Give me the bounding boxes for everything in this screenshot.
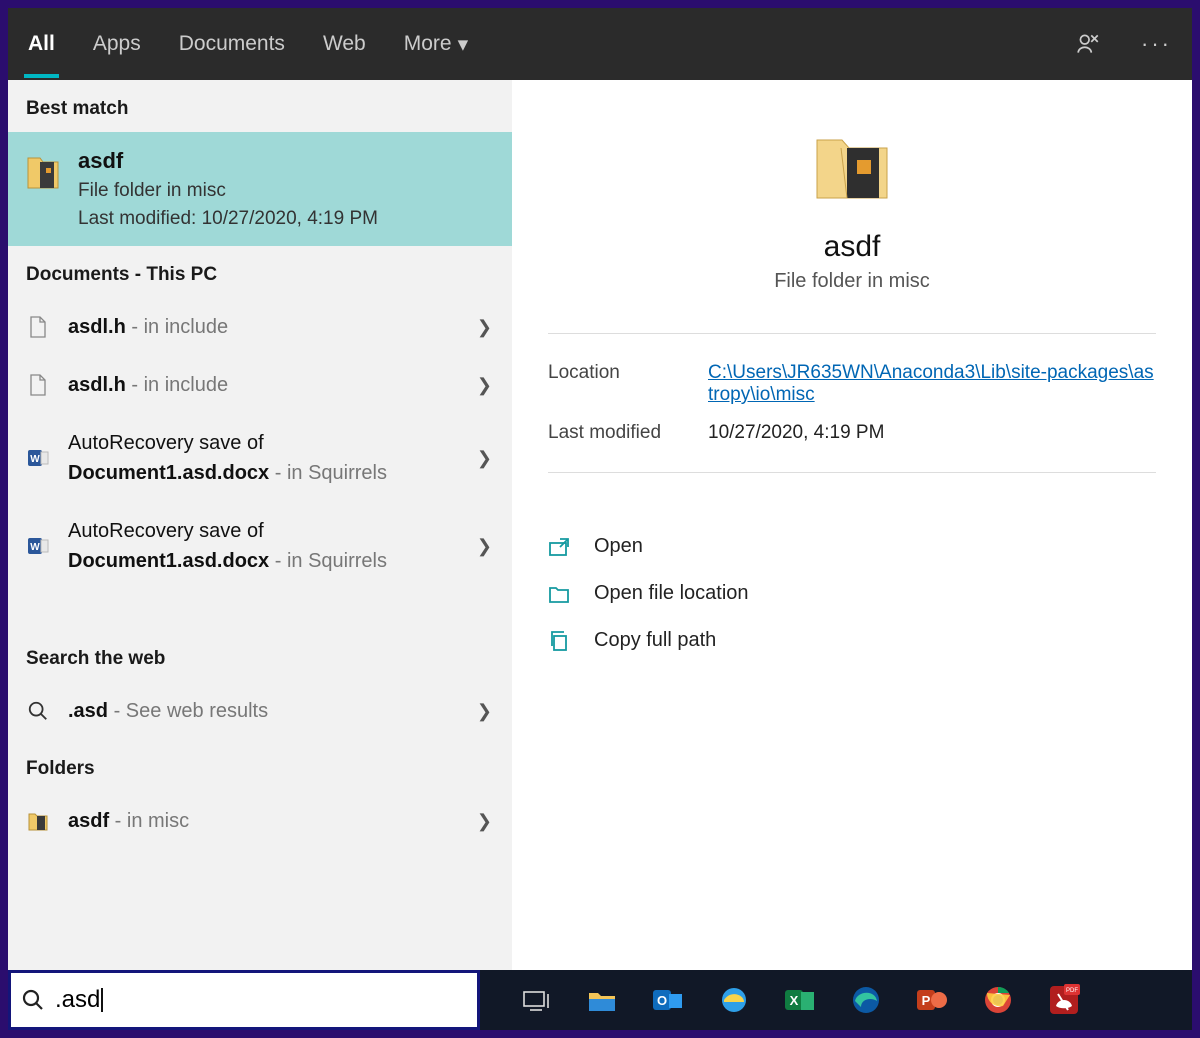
search-filters-tabbar: All Apps Documents Web More ▾ ··· [8, 8, 1192, 80]
chevron-right-icon: ❯ [477, 317, 492, 338]
copy-icon [548, 630, 572, 652]
svg-text:W: W [30, 454, 40, 465]
feedback-icon[interactable] [1075, 31, 1101, 57]
best-match-title: asdf [78, 148, 378, 174]
action-open-location[interactable]: Open file location [548, 570, 1156, 617]
result-item-word[interactable]: W AutoRecovery save ofDocument1.asd.docx… [8, 414, 512, 502]
tab-documents[interactable]: Documents [179, 32, 285, 56]
action-copy-path-label: Copy full path [594, 629, 716, 652]
folder-icon [26, 152, 60, 192]
pdf-app-icon[interactable]: PDF [1048, 984, 1080, 1016]
section-best-match: Best match [8, 80, 512, 132]
powerpoint-icon[interactable]: P [916, 984, 948, 1016]
more-options-icon[interactable]: ··· [1141, 31, 1172, 57]
svg-text:X: X [790, 993, 799, 1008]
preview-folder-icon [512, 120, 1192, 210]
action-open-location-label: Open file location [594, 582, 749, 605]
open-icon [548, 537, 572, 557]
section-documents: Documents - This PC [8, 246, 512, 298]
tab-all[interactable]: All [28, 32, 55, 56]
meta-modified: Last modified 10/27/2020, 4:19 PM [512, 414, 1192, 452]
tab-more[interactable]: More ▾ [404, 32, 468, 57]
preview-panel: asdf File folder in misc Location C:\Use… [512, 80, 1192, 970]
chevron-right-icon: ❯ [477, 448, 492, 469]
chrome-icon[interactable] [982, 984, 1014, 1016]
word-doc-icon: W [26, 535, 50, 557]
action-open-label: Open [594, 535, 643, 558]
result-item-file[interactable]: asdl.h - in include ❯ [8, 356, 512, 414]
folder-open-icon [548, 584, 572, 604]
search-icon [26, 700, 50, 722]
tab-apps[interactable]: Apps [93, 32, 141, 56]
best-match-subtitle: File folder in misc [78, 180, 378, 202]
best-match-item[interactable]: asdf File folder in misc Last modified: … [8, 132, 512, 246]
action-copy-path[interactable]: Copy full path [548, 617, 1156, 664]
results-panel: Best match asdf File folder in misc Last… [8, 80, 512, 970]
meta-location: Location C:\Users\JR635WN\Anaconda3\Lib\… [512, 354, 1192, 414]
word-doc-icon: W [26, 447, 50, 469]
chevron-right-icon: ❯ [477, 375, 492, 396]
preview-title: asdf [512, 230, 1192, 264]
location-link[interactable]: C:\Users\JR635WN\Anaconda3\Lib\site-pack… [708, 362, 1154, 405]
svg-text:O: O [657, 993, 667, 1008]
chevron-right-icon: ❯ [477, 701, 492, 722]
preview-subtitle: File folder in misc [512, 270, 1192, 293]
divider [548, 333, 1156, 334]
svg-text:P: P [922, 993, 931, 1008]
tab-more-label: More [404, 32, 452, 56]
file-icon [26, 316, 50, 338]
edge-icon[interactable] [850, 984, 882, 1016]
folder-icon [26, 810, 50, 832]
svg-text:W: W [30, 542, 40, 553]
chevron-down-icon: ▾ [458, 32, 469, 57]
section-folders: Folders [8, 740, 512, 792]
chevron-right-icon: ❯ [477, 536, 492, 557]
result-item-file[interactable]: asdl.h - in include ❯ [8, 298, 512, 356]
svg-text:PDF: PDF [1066, 988, 1078, 994]
meta-modified-label: Last modified [548, 422, 708, 444]
file-icon [26, 374, 50, 396]
meta-location-label: Location [548, 362, 708, 406]
file-explorer-icon[interactable] [586, 984, 618, 1016]
meta-modified-value: 10/27/2020, 4:19 PM [708, 422, 1156, 444]
excel-icon[interactable]: X [784, 984, 816, 1016]
result-item-word[interactable]: W AutoRecovery save ofDocument1.asd.docx… [8, 502, 512, 590]
best-match-modified: Last modified: 10/27/2020, 4:19 PM [78, 208, 378, 230]
taskbar: O X P PDF [480, 970, 1192, 1030]
section-search-web: Search the web [8, 630, 512, 682]
task-view-icon[interactable] [520, 984, 552, 1016]
action-open[interactable]: Open [548, 523, 1156, 570]
tab-web[interactable]: Web [323, 32, 366, 56]
outlook-icon[interactable]: O [652, 984, 684, 1016]
result-item-web[interactable]: .asd - See web results ❯ [8, 682, 512, 740]
search-box[interactable]: .asd [8, 970, 480, 1030]
internet-explorer-icon[interactable] [718, 984, 750, 1016]
result-item-folder[interactable]: asdf - in misc ❯ [8, 792, 512, 850]
chevron-right-icon: ❯ [477, 811, 492, 832]
divider [548, 472, 1156, 473]
